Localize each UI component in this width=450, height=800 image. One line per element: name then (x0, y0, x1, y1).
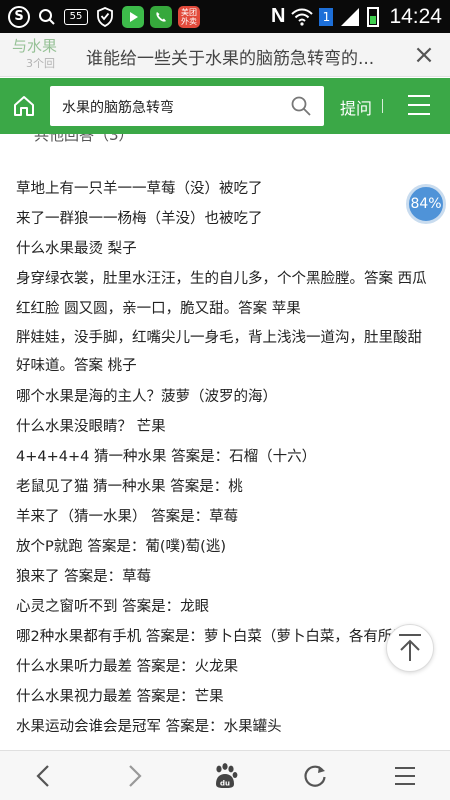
underlying-page-subtitle: 3个回 (26, 57, 55, 70)
wifi-icon (291, 6, 314, 28)
answer-line: 什么水果最烫 梨子 (16, 241, 137, 257)
back-button[interactable] (26, 758, 62, 794)
answer-line: 胖娃娃，没手脚，红嘴尖儿一身毛，背上浅浅一道沟，肚里酸甜好味道。答案 桃子 (16, 330, 422, 374)
home-icon (14, 96, 34, 116)
forward-arrow-icon (129, 765, 142, 787)
search-icon (36, 6, 58, 28)
answer-line: 什么水果视力最差 答案是：芒果 (16, 689, 224, 705)
header-menu-button[interactable] (408, 95, 430, 115)
menu-icon (395, 767, 415, 785)
close-title-button[interactable]: × (410, 42, 438, 70)
signal-icon (339, 6, 361, 28)
browser-menu-button[interactable] (387, 758, 423, 794)
search-icon[interactable] (290, 95, 312, 117)
search-header: 水果的脑筋急转弯 提问 (0, 78, 450, 134)
answer-line: 水果运动会谁会是冠军 答案是：水果罐头 (16, 719, 282, 735)
nfc-icon: N (270, 5, 286, 27)
reading-progress-badge[interactable]: 84% (406, 184, 446, 224)
sogou-icon: S (8, 5, 30, 28)
search-query: 水果的脑筋急转弯 (62, 100, 174, 116)
meituan-app-icon: 美团外卖 (178, 5, 200, 28)
forward-button[interactable] (116, 758, 152, 794)
answer-line: 哪个水果是海的主人？菠萝（波罗的海） (16, 389, 277, 405)
page-title: 谁能给一些关于水果的脑筋急转弯的... (86, 49, 375, 69)
baidu-paw-icon: du (216, 763, 238, 788)
other-answers-heading: 共他回答（3） (34, 134, 134, 144)
underlying-page-title: 与水果 (12, 37, 58, 55)
arrow-up-icon (399, 634, 421, 661)
svg-text:du: du (220, 780, 230, 788)
back-arrow-icon (36, 765, 49, 787)
shield-icon (94, 6, 116, 28)
notification-count-badge: 55 (64, 8, 88, 25)
sim-badge: 1 (319, 7, 334, 26)
refresh-button[interactable] (297, 758, 333, 794)
answer-line: 狼来了 答案是：草莓 (16, 569, 152, 585)
answer-line: 放个P就跑 答案是：葡(噗)萄(逃) (16, 539, 226, 555)
answer-content: 共他回答（3） 草地上有一只羊一一草莓（没）被吃了 来了一群狼一一杨梅（羊没）也… (0, 134, 450, 750)
refresh-icon (304, 765, 326, 787)
answer-list: 草地上有一只羊一一草莓（没）被吃了 来了一群狼一一杨梅（羊没）也被吃了 什么水果… (16, 174, 436, 742)
baidu-home-button[interactable]: du (207, 758, 243, 794)
bottom-nav-bar: du (0, 750, 450, 800)
answer-line: 草地上有一只羊一一草莓（没）被吃了 (16, 181, 263, 197)
answer-line: 哪2种水果都有手机 答案是：萝卜白菜（萝卜白菜，各有所爱） (16, 629, 422, 645)
ask-question-button[interactable]: 提问 (340, 95, 372, 119)
phone-app-icon (150, 5, 172, 28)
browser-page: { "status_bar": { "time": "14:24", "noti… (0, 0, 450, 800)
video-app-icon (122, 5, 144, 28)
battery-icon (367, 6, 380, 27)
answer-line: 心灵之窗听不到 答案是：龙眼 (16, 599, 210, 615)
answer-line: 身穿绿衣裳，肚里水汪汪，生的自儿多，个个黑脸膛。答案 西瓜 (16, 271, 427, 287)
status-bar: S 55 美团外卖 N 1 14:24 (0, 0, 450, 33)
back-to-top-button[interactable] (386, 624, 434, 672)
search-input[interactable]: 水果的脑筋急转弯 (50, 86, 324, 126)
clock-time: 14:24 (389, 4, 442, 28)
answer-line: 4+4+4+4 猜一种水果 答案是：石榴（十六） (16, 449, 317, 465)
header-divider (382, 99, 383, 113)
answer-line: 老鼠见了猫 猜一种水果 答案是：桃 (16, 479, 243, 495)
page-title-banner: 与水果 3个回 谁能给一些关于水果的脑筋急转弯的... × (0, 33, 450, 77)
answer-line: 什么水果听力最差 答案是：火龙果 (16, 659, 239, 675)
home-button[interactable] (6, 88, 42, 124)
answer-line: 什么水果没眼睛？ 芒果 (16, 419, 166, 435)
answer-line: 红红脸 圆又圆，亲一口，脆又甜。答案 苹果 (16, 301, 301, 317)
answer-line: 来了一群狼一一杨梅（羊没）也被吃了 (16, 211, 263, 227)
answer-line: 羊来了（猜一水果） 答案是：草莓 (16, 509, 239, 525)
